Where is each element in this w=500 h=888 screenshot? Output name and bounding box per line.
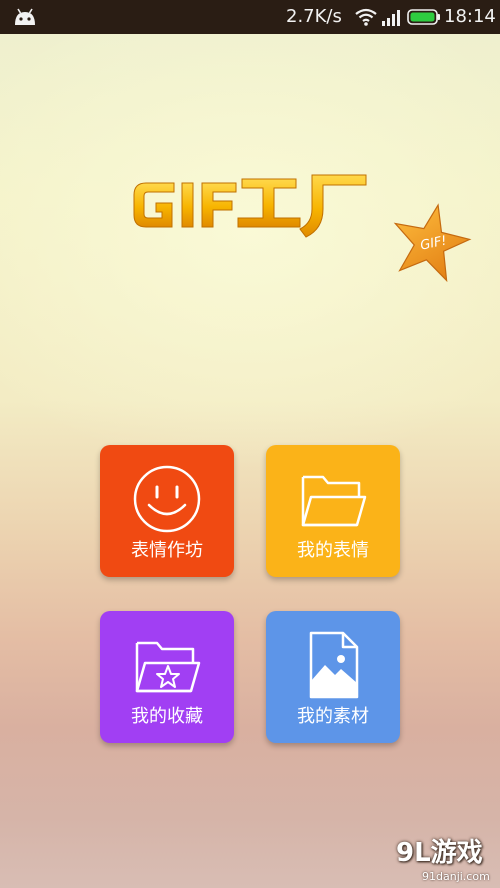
tile-label: 表情作坊: [131, 540, 203, 561]
star-folder-icon: [135, 641, 201, 693]
watermark-url: 91danji.com: [422, 870, 490, 883]
app-screen: 2.7K/s 18:14 GIF! 表情作坊 我的表情 我的收藏 我的素材 9L…: [0, 0, 500, 888]
android-icon: [15, 8, 35, 25]
gif-star-badge: GIF!: [393, 203, 472, 283]
status-bar: 2.7K/s 18:14: [0, 0, 500, 34]
wifi-icon: [355, 8, 377, 26]
smiley-icon: [133, 465, 201, 533]
signal-icon: [382, 10, 400, 26]
tile-label: 我的素材: [297, 706, 369, 727]
watermark: 9L游戏 91danji.com: [396, 838, 496, 886]
tile-emoji-workshop[interactable]: 表情作坊: [100, 445, 234, 577]
app-logo: [133, 174, 367, 238]
tile-my-favorites[interactable]: 我的收藏: [100, 611, 234, 743]
folder-icon: [301, 475, 367, 527]
network-speed: 2.7K/s: [286, 6, 342, 27]
watermark-brand: 9L游戏: [396, 838, 483, 868]
tile-label: 我的表情: [297, 540, 369, 561]
clock: 18:14: [444, 6, 496, 27]
tile-label: 我的收藏: [131, 706, 203, 727]
image-file-icon: [309, 631, 359, 699]
tile-my-materials[interactable]: 我的素材: [266, 611, 400, 743]
battery-icon: [407, 9, 440, 25]
tile-my-emojis[interactable]: 我的表情: [266, 445, 400, 577]
